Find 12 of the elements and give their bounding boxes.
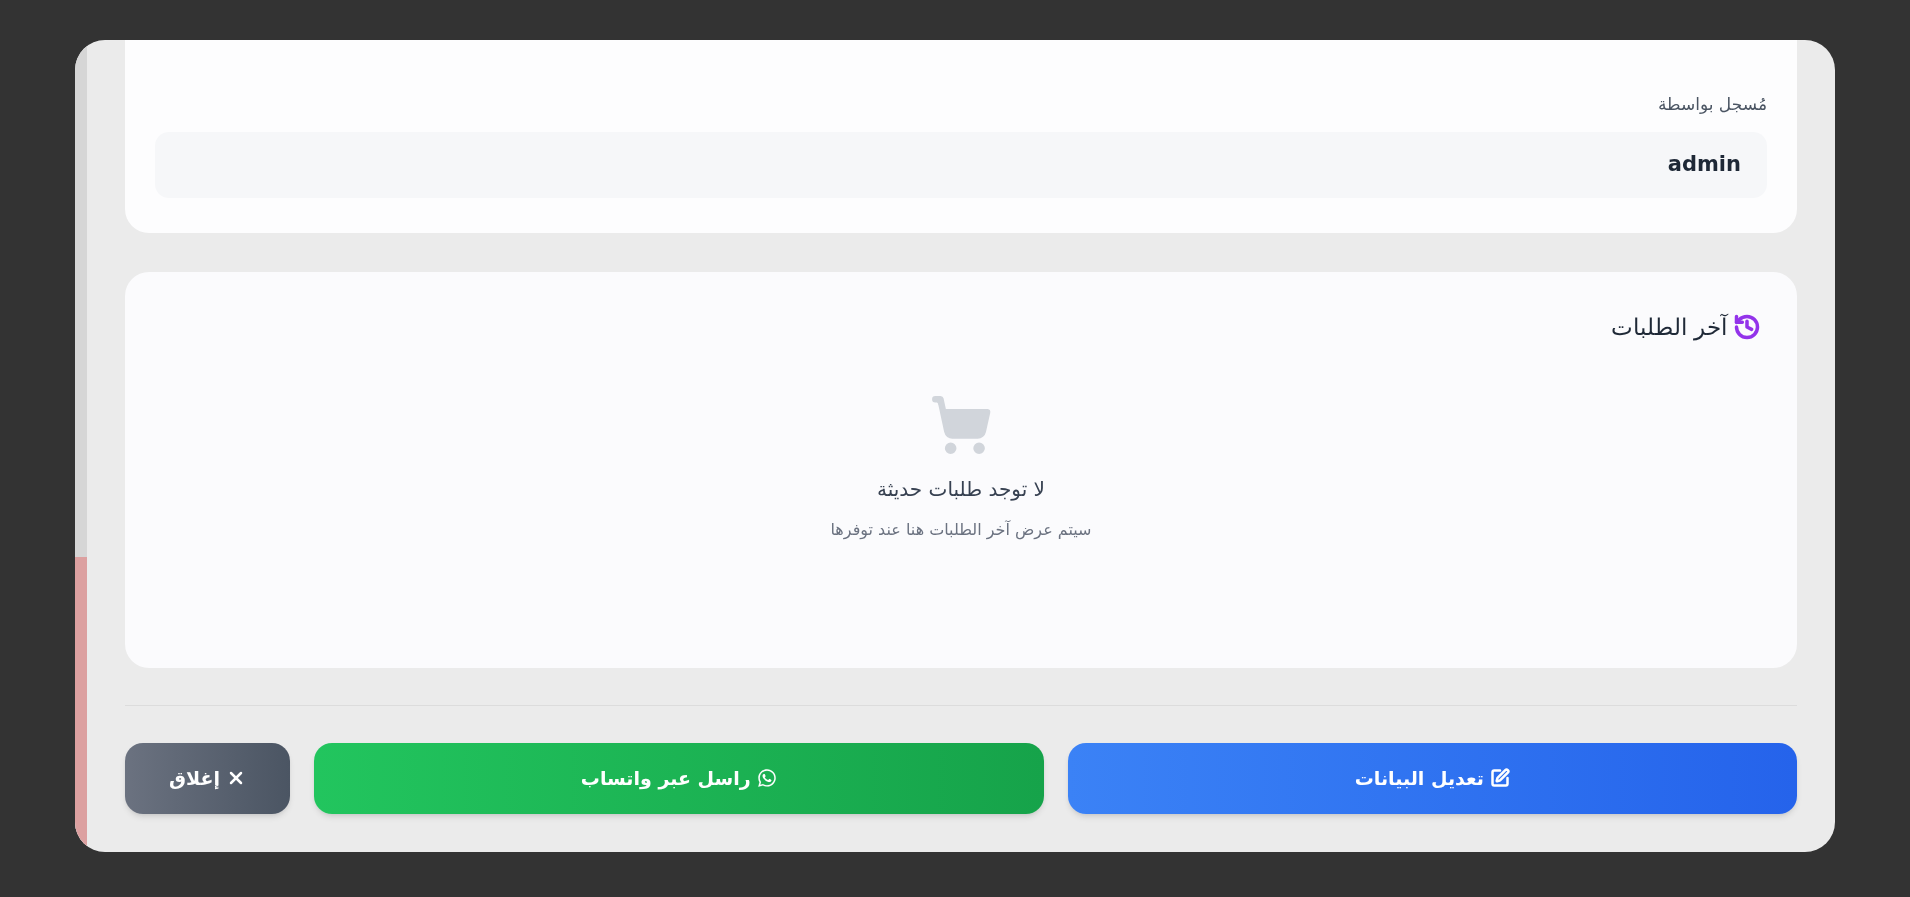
empty-hint: سيتم عرض آخر الطلبات هنا عند توفرها: [830, 519, 1092, 542]
cart-icon: [930, 394, 992, 456]
field-value: admin: [1667, 150, 1741, 178]
section-title: آخر الطلبات: [1610, 312, 1727, 343]
edit-button[interactable]: تعديل البيانات: [1067, 742, 1797, 814]
whatsapp-icon: [756, 768, 777, 788]
close-button[interactable]: إغلاق: [125, 742, 290, 814]
pen-square-icon: [1489, 768, 1510, 788]
history-icon: [1733, 312, 1761, 341]
whatsapp-button[interactable]: راسل عبر واتساب: [314, 742, 1044, 814]
empty-title: لا توجد طلبات حديثة: [877, 476, 1045, 503]
field-label: مُسجل بواسطة: [1656, 93, 1767, 116]
